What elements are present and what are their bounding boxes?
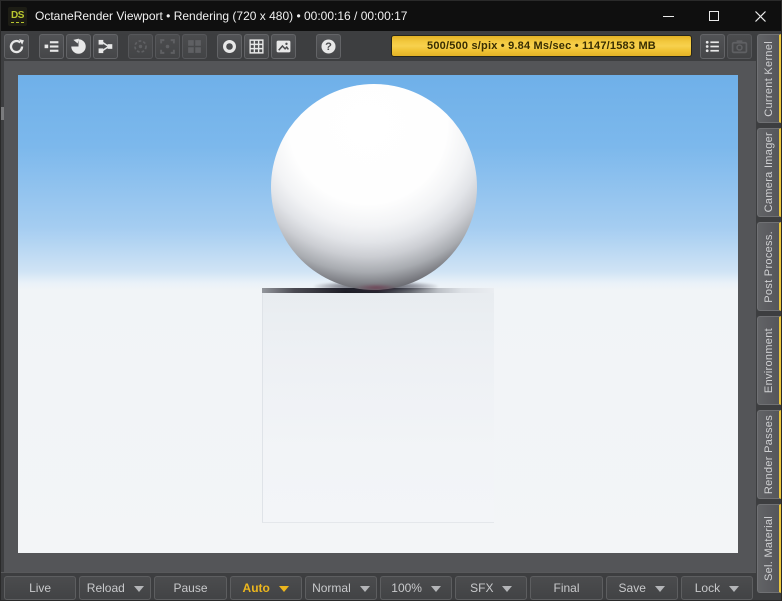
chevron-down-icon <box>654 586 665 592</box>
save-button-label: Save <box>618 581 646 595</box>
daz-studio-app-icon: DS <box>8 6 27 26</box>
splitter-handle-icon <box>1 107 4 120</box>
tab-post-process[interactable]: Post Process. <box>757 222 781 311</box>
chevron-down-icon <box>502 586 513 592</box>
live-button-label: Live <box>29 581 52 595</box>
zoom-level-button-label: 100% <box>391 581 422 595</box>
minimize-button[interactable] <box>645 1 691 31</box>
zoom-level-button[interactable]: 100% <box>380 576 453 600</box>
sphere-contact-tint <box>354 284 398 291</box>
toolbar-group-overlay <box>217 33 298 59</box>
tab-sel-material-label: Sel. Material <box>762 515 775 582</box>
render-progress-bar: 500/500 s/pix • 9.84 Ms/sec • 1147/1583 … <box>391 35 692 57</box>
save-button[interactable]: Save <box>605 576 678 600</box>
app-icon-dash <box>11 21 24 23</box>
background-image-icon <box>276 40 291 52</box>
chevron-down-icon <box>133 586 144 592</box>
lock-button-label: Lock <box>694 581 721 595</box>
pick-target-icon <box>134 39 147 53</box>
toolbar-group-help: ? <box>316 33 343 59</box>
svg-text:?: ? <box>325 41 332 53</box>
app-icon-text: DS <box>11 9 24 21</box>
cube-front-face <box>262 293 494 523</box>
pick-focus-icon <box>160 38 175 54</box>
octane-render-viewport-window: DS OctaneRender Viewport • Rendering (72… <box>0 0 782 601</box>
help-icon: ? <box>321 38 336 54</box>
sfx-button-label: SFX <box>470 581 494 595</box>
pause-button[interactable]: Pause <box>154 576 227 600</box>
sfx-button[interactable]: SFX <box>455 576 528 600</box>
render-viewport[interactable] <box>1 61 756 572</box>
render-toolbar: ? 500/500 s/pix • 9.84 Ms/sec • 1147/158… <box>1 31 756 61</box>
pick-target-button <box>128 33 153 59</box>
tab-camera-imager[interactable]: Camera Imager <box>757 128 781 217</box>
scene-tree-icon <box>44 40 59 52</box>
chevron-down-icon <box>430 586 441 592</box>
reload-button-label: Reload <box>86 581 125 595</box>
render-region-button <box>182 33 207 59</box>
tab-current-kernel[interactable]: Current Kernel <box>757 34 781 123</box>
ring-button[interactable] <box>217 33 242 59</box>
tab-render-passes[interactable]: Render Passes <box>757 410 781 499</box>
window-controls <box>645 1 781 31</box>
toolbar-group-right <box>700 33 754 59</box>
close-icon <box>754 10 766 22</box>
maximize-icon <box>709 11 719 21</box>
normal-mode-button-label: Normal <box>312 581 351 595</box>
tab-render-passes-label: Render Passes <box>762 414 775 495</box>
ring-icon <box>223 39 236 53</box>
white-sphere <box>271 84 477 290</box>
auto-button[interactable]: Auto <box>229 576 302 600</box>
final-button-label: Final <box>553 581 580 595</box>
settings-tab-strip: Current Kernel Camera Imager Post Proces… <box>756 31 781 600</box>
tab-sel-material[interactable]: Sel. Material <box>757 504 781 593</box>
final-button[interactable]: Final <box>530 576 603 600</box>
normal-mode-button[interactable]: Normal <box>304 576 378 600</box>
left-splitter[interactable] <box>1 61 4 572</box>
tab-current-kernel-label: Current Kernel <box>762 40 775 117</box>
render-log-icon <box>705 40 719 52</box>
tab-camera-imager-label: Camera Imager <box>762 132 775 213</box>
grid-overlay-icon <box>249 38 264 54</box>
titlebar[interactable]: DS OctaneRender Viewport • Rendering (72… <box>1 1 781 31</box>
snapshot-camera-button <box>727 33 752 59</box>
background-image-button[interactable] <box>271 33 296 59</box>
render-log-button[interactable] <box>700 33 725 59</box>
toolbar-group-pick <box>128 33 209 59</box>
tab-post-process-label: Post Process. <box>762 230 775 303</box>
refresh-icon <box>9 38 24 53</box>
scene-tree-button[interactable] <box>39 33 64 59</box>
live-button[interactable]: Live <box>4 576 77 600</box>
help-button[interactable]: ? <box>316 33 341 59</box>
reload-button[interactable]: Reload <box>79 576 152 600</box>
snapshot-camera-icon <box>731 39 748 53</box>
network-render-button[interactable] <box>93 33 118 59</box>
chevron-down-icon <box>359 586 370 592</box>
network-render-icon <box>98 39 113 53</box>
grid-overlay-button[interactable] <box>244 33 269 59</box>
window-title: OctaneRender Viewport • Rendering (720 x… <box>35 9 408 23</box>
pause-button-label: Pause <box>173 581 208 595</box>
render-progress-text: 500/500 s/pix • 9.84 Ms/sec • 1147/1583 … <box>427 40 656 52</box>
tab-environment-label: Environment <box>762 327 775 394</box>
minimize-icon <box>662 15 674 17</box>
tab-environment[interactable]: Environment <box>757 316 781 405</box>
toolbar-group-refresh <box>4 33 31 59</box>
refresh-button[interactable] <box>4 33 29 59</box>
viewport-bottom-toolbar: Live Reload Pause Auto Normal 100% SFX F… <box>1 572 756 600</box>
chevron-down-icon <box>729 586 740 592</box>
restart-render-icon <box>71 38 86 54</box>
rendered-image[interactable] <box>18 75 738 553</box>
close-button[interactable] <box>737 1 781 31</box>
auto-button-label: Auto <box>242 581 270 595</box>
maximize-button[interactable] <box>691 1 737 31</box>
restart-render-button[interactable] <box>66 33 91 59</box>
pick-focus-button <box>155 33 180 59</box>
lock-button[interactable]: Lock <box>680 576 754 600</box>
render-region-icon <box>188 39 201 53</box>
chevron-down-icon <box>278 586 289 592</box>
toolbar-group-scene <box>39 33 120 59</box>
